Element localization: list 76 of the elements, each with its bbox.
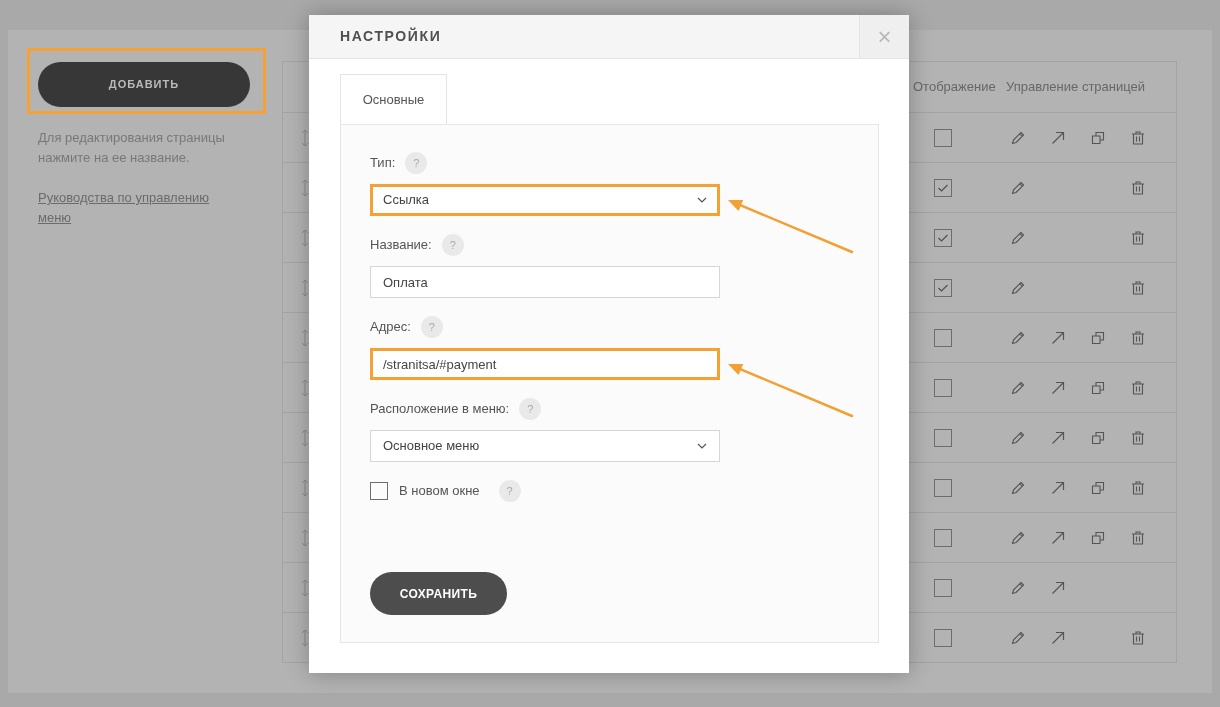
input-field[interactable]: /stranitsa/#payment — [370, 348, 720, 380]
drag-handle-icon[interactable] — [301, 278, 309, 297]
drag-handle-icon[interactable] — [301, 178, 309, 197]
checkbox-label: В новом окне — [399, 482, 480, 501]
diagonal-arrow-icon[interactable] — [1051, 430, 1065, 445]
diagonal-arrow-icon[interactable] — [1051, 330, 1065, 345]
trash-icon[interactable] — [1131, 630, 1145, 645]
diagonal-arrow-icon[interactable] — [1051, 580, 1065, 595]
diagonal-arrow-icon[interactable] — [1051, 130, 1065, 145]
diagonal-arrow-icon[interactable] — [1051, 480, 1065, 495]
new-window-checkbox[interactable] — [370, 482, 388, 500]
pencil-icon[interactable] — [1011, 380, 1025, 395]
field-label: Расположение в меню: — [370, 400, 510, 419]
pencil-icon[interactable] — [1011, 580, 1025, 595]
drag-handle-icon[interactable] — [301, 378, 309, 397]
diagonal-arrow-icon[interactable] — [1051, 630, 1065, 645]
field-label: Название: — [370, 236, 432, 255]
pencil-icon[interactable] — [1011, 330, 1025, 345]
trash-icon[interactable] — [1131, 130, 1145, 145]
pencil-icon[interactable] — [1011, 430, 1025, 445]
field-label: Тип: — [370, 154, 396, 173]
dialog-title: НАСТРОЙКИ — [340, 26, 443, 46]
add-button[interactable]: ДОБАВИТЬ — [38, 62, 250, 107]
drag-handle-icon[interactable] — [301, 128, 309, 147]
diagonal-arrow-icon[interactable] — [1051, 380, 1065, 395]
trash-icon[interactable] — [1131, 280, 1145, 295]
display-checkbox[interactable] — [934, 428, 952, 447]
drag-handle-icon[interactable] — [301, 578, 309, 597]
pencil-icon[interactable] — [1011, 180, 1025, 195]
column-header: Управление страницей — [1006, 78, 1146, 97]
drag-handle-icon[interactable] — [301, 478, 309, 497]
display-checkbox[interactable] — [934, 378, 952, 397]
display-checkbox[interactable] — [934, 528, 952, 547]
display-checkbox[interactable] — [934, 328, 952, 347]
copy-icon[interactable] — [1091, 480, 1105, 495]
trash-icon[interactable] — [1131, 530, 1145, 545]
drag-handle-icon[interactable] — [301, 528, 309, 547]
drag-handle-icon[interactable] — [301, 428, 309, 447]
input-field[interactable]: Оплата — [370, 266, 720, 298]
drag-handle-icon[interactable] — [301, 228, 309, 247]
select-field[interactable]: Основное меню — [370, 430, 720, 462]
display-checkbox[interactable] — [934, 278, 952, 297]
pencil-icon[interactable] — [1011, 630, 1025, 645]
trash-icon[interactable] — [1131, 330, 1145, 345]
diagonal-arrow-icon[interactable] — [1051, 530, 1065, 545]
display-checkbox[interactable] — [934, 578, 952, 597]
chevron-down-icon — [697, 197, 707, 203]
hint-text: Для редактирования страницы нажмите на ее название. — [38, 129, 226, 167]
pencil-icon[interactable] — [1011, 280, 1025, 295]
trash-icon[interactable] — [1131, 230, 1145, 245]
save-button[interactable]: СОХРАНИТЬ — [370, 572, 507, 615]
pencil-icon[interactable] — [1011, 480, 1025, 495]
pencil-icon[interactable] — [1011, 130, 1025, 145]
trash-icon[interactable] — [1131, 430, 1145, 445]
drag-handle-icon[interactable] — [301, 628, 309, 647]
copy-icon[interactable] — [1091, 130, 1105, 145]
drag-handle-icon[interactable] — [301, 328, 309, 347]
chevron-down-icon — [697, 443, 707, 449]
copy-icon[interactable] — [1091, 430, 1105, 445]
display-checkbox[interactable] — [934, 128, 952, 147]
select-field[interactable]: Ссылка — [370, 184, 720, 216]
display-checkbox[interactable] — [934, 628, 952, 647]
tab[interactable]: Основные — [340, 74, 447, 124]
field-label: Адрес: — [370, 318, 411, 337]
trash-icon[interactable] — [1131, 180, 1145, 195]
copy-icon[interactable] — [1091, 530, 1105, 545]
display-checkbox[interactable] — [934, 178, 952, 197]
display-checkbox[interactable] — [934, 478, 952, 497]
column-header: Отображение — [913, 78, 996, 97]
display-checkbox[interactable] — [934, 228, 952, 247]
copy-icon[interactable] — [1091, 380, 1105, 395]
trash-icon[interactable] — [1131, 480, 1145, 495]
pencil-icon[interactable] — [1011, 530, 1025, 545]
pencil-icon[interactable] — [1011, 230, 1025, 245]
trash-icon[interactable] — [1131, 380, 1145, 395]
copy-icon[interactable] — [1091, 330, 1105, 345]
